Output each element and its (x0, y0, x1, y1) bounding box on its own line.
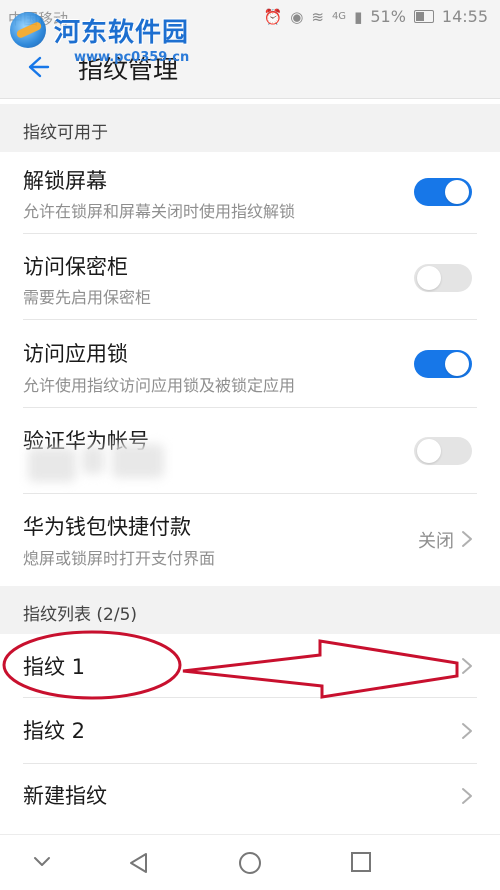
circle-home-icon[interactable] (238, 851, 262, 875)
fingerprint-item-1[interactable]: 指纹 1 (0, 634, 500, 698)
arrow-left-icon[interactable] (24, 54, 50, 80)
alarm-icon: ⏰ (263, 7, 283, 26)
setting-subtitle: 需要先启用保密柜 (23, 288, 152, 307)
app-lock-toggle[interactable] (414, 350, 472, 378)
setting-subtitle: 熄屏或锁屏时打开支付界面 (23, 549, 216, 568)
setting-title: 解锁屏幕 (23, 169, 107, 193)
safe-toggle[interactable] (414, 264, 472, 292)
section-header-usage: 指纹可用于 (0, 104, 500, 152)
chevron-right-icon (462, 531, 472, 547)
fingerprint-label: 指纹 2 (23, 719, 86, 743)
chevron-right-icon (462, 723, 472, 739)
setting-row-app-lock[interactable]: 访问应用锁 允许使用指纹访问应用锁及被锁定应用 (0, 320, 500, 408)
chevron-right-icon (462, 788, 472, 804)
setting-title: 访问保密柜 (23, 255, 128, 279)
new-fingerprint-item[interactable]: 新建指纹 (0, 764, 500, 830)
clock-time: 14:55 (441, 7, 488, 26)
setting-row-wallet[interactable]: 华为钱包快捷付款 熄屏或锁屏时打开支付界面 关闭 (0, 494, 500, 580)
fingerprint-label: 新建指纹 (23, 784, 107, 808)
battery-icon (413, 10, 434, 23)
app-header: 指纹管理 (0, 36, 500, 99)
signal-icon: ▮ (354, 7, 363, 26)
status-indicators: ⏰ ◉ ≋ 4G ▮ 51% 14:55 (264, 7, 488, 26)
chevron-down-icon[interactable] (32, 855, 52, 869)
blurred-account-info (82, 446, 104, 474)
carrier-label: 中国移动 (8, 10, 69, 28)
setting-row-huawei-account[interactable]: 验证华为帐号 (0, 408, 500, 494)
setting-subtitle: 允许在锁屏和屏幕关闭时使用指纹解锁 (23, 202, 296, 221)
setting-title: 访问应用锁 (23, 342, 128, 366)
eye-icon: ◉ (290, 7, 304, 26)
huawei-account-toggle[interactable] (414, 437, 472, 465)
section-title: 指纹可用于 (23, 123, 108, 143)
blurred-account-info (112, 444, 164, 478)
blurred-account-info (28, 448, 76, 482)
battery-percent: 51% (370, 7, 406, 26)
chevron-right-icon (462, 658, 472, 674)
setting-title: 华为钱包快捷付款 (23, 515, 191, 539)
setting-row-safe[interactable]: 访问保密柜 需要先启用保密柜 (0, 234, 500, 320)
wifi-icon: ≋ (311, 7, 324, 26)
fingerprint-label: 指纹 1 (23, 655, 86, 679)
system-nav-bar (0, 834, 500, 890)
status-bar: 中国移动 ⏰ ◉ ≋ 4G ▮ 51% 14:55 (0, 0, 500, 36)
setting-subtitle: 允许使用指纹访问应用锁及被锁定应用 (23, 376, 296, 395)
triangle-back-icon[interactable] (127, 851, 151, 875)
section-header-fingerprint-list: 指纹列表 (2/5) (0, 586, 500, 634)
unlock-screen-toggle[interactable] (414, 178, 472, 206)
page-title: 指纹管理 (78, 55, 179, 84)
fingerprint-item-2[interactable]: 指纹 2 (0, 698, 500, 764)
setting-row-unlock-screen[interactable]: 解锁屏幕 允许在锁屏和屏幕关闭时使用指纹解锁 (0, 152, 500, 234)
square-recent-icon[interactable] (350, 851, 372, 873)
network-type-label: 4G (331, 11, 347, 22)
wallet-status-value: 关闭 (418, 531, 454, 552)
section-title: 指纹列表 (2/5) (23, 605, 138, 625)
